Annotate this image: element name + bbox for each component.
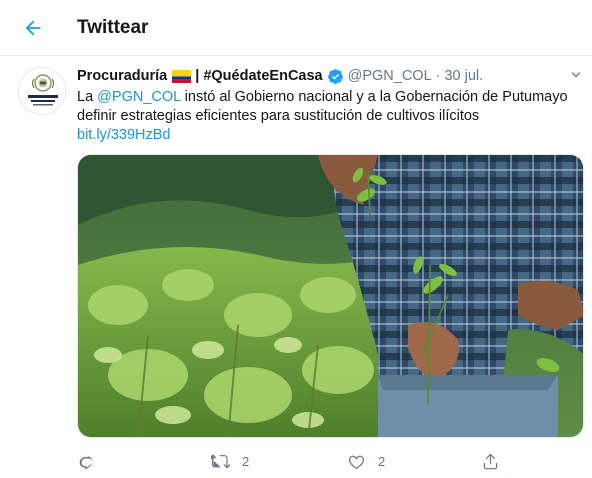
reply-button[interactable] (77, 450, 108, 472)
mention-link[interactable]: @PGN_COL (97, 89, 180, 105)
tweet-header: Procuraduría | #QuédateEnCasa @PGN_COL ·… (77, 66, 567, 86)
retweet-count: 2 (242, 453, 250, 469)
page-title: Twittear (77, 17, 149, 38)
photo-coca-field (78, 155, 583, 437)
heart-icon (348, 455, 365, 469)
url-link[interactable]: bit.ly/339HzBd (77, 127, 171, 143)
reply-icon (79, 455, 93, 470)
user-handle[interactable]: @PGN_COL (348, 68, 432, 84)
top-bar: Twittear (0, 0, 592, 56)
chevron-down-icon[interactable] (568, 67, 584, 83)
display-name[interactable]: Procuraduría (77, 68, 167, 84)
procuraduria-logo-icon (19, 68, 65, 114)
back-button[interactable] (16, 11, 50, 45)
display-name-suffix[interactable]: | #QuédateEnCasa (195, 68, 322, 84)
share-icon (483, 453, 498, 469)
tweet-date[interactable]: 30 jul. (444, 68, 483, 84)
tweet-photo[interactable] (77, 154, 584, 438)
avatar[interactable] (18, 67, 66, 115)
retweet-icon (211, 453, 230, 468)
retweet-button[interactable]: 2 (211, 450, 249, 472)
share-button[interactable] (481, 450, 500, 472)
tweet-text: La @PGN_COL instó al Gobierno nacional y… (77, 89, 568, 124)
arrow-left-icon (25, 20, 41, 36)
like-count: 2 (378, 453, 386, 469)
tweet-link-line: bit.ly/339HzBd (77, 126, 171, 145)
tweet-actions: 2 2 (77, 450, 517, 472)
colombia-flag-icon (172, 69, 192, 83)
tweet[interactable]: Procuraduría | #QuédateEnCasa @PGN_COL ·… (0, 57, 592, 478)
verified-badge-icon (327, 68, 343, 84)
like-button[interactable]: 2 (347, 450, 385, 472)
separator-dot: · (435, 68, 441, 84)
